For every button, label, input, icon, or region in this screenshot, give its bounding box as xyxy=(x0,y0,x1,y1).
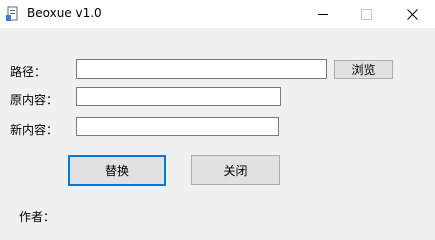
app-icon xyxy=(6,6,18,21)
minimize-icon xyxy=(318,13,328,15)
new-content-label: 新内容： xyxy=(10,123,59,137)
close-icon xyxy=(406,8,418,20)
close-window-button[interactable] xyxy=(389,0,435,28)
close-button[interactable]: 关闭 xyxy=(191,155,280,185)
author-label: 作者： xyxy=(19,210,56,224)
app-window: Beoxue v1.0 路径： 浏览 原内容： 新内容： 替换 关闭 作者： xyxy=(0,0,435,224)
title-bar[interactable]: Beoxue v1.0 xyxy=(0,0,435,28)
old-content-label: 原内容： xyxy=(10,93,59,107)
old-content-input[interactable] xyxy=(76,87,281,106)
maximize-button[interactable] xyxy=(343,0,389,28)
replace-button[interactable]: 替换 xyxy=(68,155,166,186)
path-label: 路径： xyxy=(10,65,47,79)
minimize-button[interactable] xyxy=(300,0,346,28)
path-input[interactable] xyxy=(76,59,327,79)
new-content-input[interactable] xyxy=(76,117,279,136)
browse-button[interactable]: 浏览 xyxy=(334,60,393,79)
maximize-icon xyxy=(360,8,372,20)
window-title: Beoxue v1.0 xyxy=(27,6,102,20)
